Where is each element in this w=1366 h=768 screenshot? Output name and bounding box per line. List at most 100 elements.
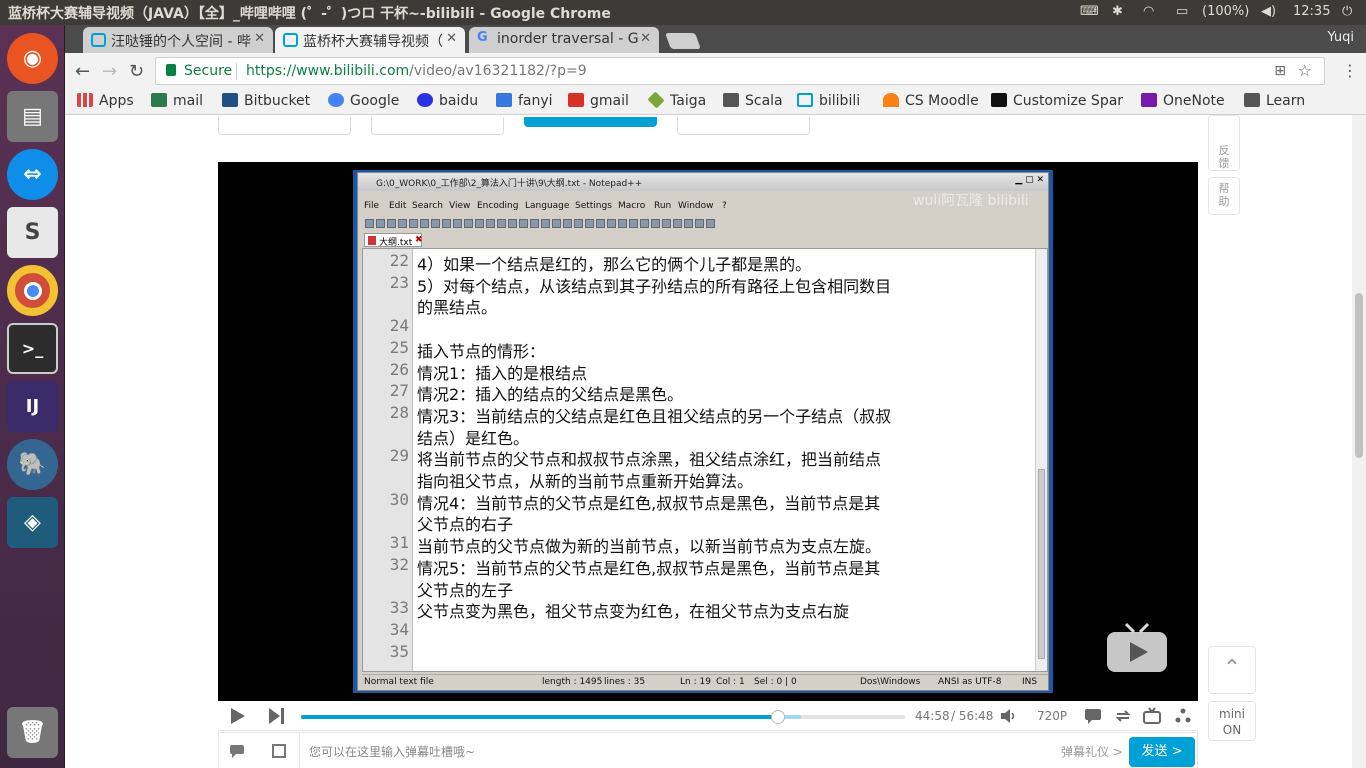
play-icon[interactable] [228, 707, 246, 725]
battery-icon[interactable]: ▭ [1176, 4, 1188, 19]
bookmark-folder-learn[interactable]: Learn [1244, 93, 1305, 109]
bookmark-label: OneNote [1163, 93, 1225, 109]
bookmark-bilibili[interactable]: bilibili [797, 93, 860, 109]
bilibili-icon [797, 93, 813, 107]
mysql-workbench-icon[interactable]: ◈ [7, 497, 58, 548]
progress-knob[interactable] [771, 710, 786, 724]
bookmark-bitbucket[interactable]: Bitbucket [222, 93, 310, 109]
bookmark-onenote[interactable]: OneNote [1141, 93, 1225, 109]
separator [236, 63, 237, 80]
tab-label: 蓝桥杯大赛辅导视频（ [303, 34, 443, 50]
feedback-button[interactable]: 反馈 [1208, 115, 1240, 171]
tab-label: inorder traversal - G [497, 31, 639, 47]
chrome-icon[interactable] [7, 265, 58, 316]
power-icon[interactable]: ⏻ [1342, 4, 1352, 19]
line-number: 28 [389, 403, 409, 422]
bookmark-gmail[interactable]: gmail [568, 93, 629, 109]
bookmark-taiga[interactable]: Taiga [647, 91, 706, 109]
teamviewer-icon[interactable]: ⇔ [7, 149, 58, 200]
bookmark-mail[interactable]: mail [151, 93, 203, 109]
translate-icon[interactable]: ⊞ [1274, 63, 1286, 79]
intellij-icon[interactable]: IJ [7, 381, 58, 432]
bookmark-google[interactable]: Google [328, 93, 399, 109]
back-arrow-icon[interactable]: ← [75, 61, 90, 82]
tv-mode-icon[interactable] [1143, 707, 1161, 725]
terminal-icon[interactable]: >_ [7, 323, 58, 374]
files-icon[interactable]: ▤ [7, 91, 58, 142]
tab-inorder-traversal[interactable]: G inorder traversal - G ✕ [469, 27, 659, 53]
wifi-icon[interactable]: ◠ [1143, 4, 1154, 19]
back-to-top-icon[interactable]: ⌃ [1208, 646, 1256, 694]
send-danmaku-button[interactable]: 发送 > [1129, 737, 1195, 767]
close-tab-icon[interactable]: ✕ [640, 31, 651, 46]
settings-gear-icon[interactable]: ✱ [1112, 4, 1123, 19]
battery-percent: (100%) [1202, 4, 1250, 19]
help-button[interactable]: 帮助 [1208, 177, 1240, 215]
bilibili-tab-icon [283, 33, 298, 47]
keyboard-icon[interactable]: ⌨ [1080, 4, 1099, 19]
mini-player-toggle[interactable]: mini ON [1208, 701, 1256, 741]
video-frame: G:\0_WORK\0_工作部\2_算法入门十讲\9\大纲.txt - Note… [353, 170, 1053, 693]
volume-icon[interactable]: ◀) [1261, 4, 1276, 19]
page-button[interactable] [218, 117, 351, 135]
page-button[interactable] [677, 117, 810, 135]
system-top-bar: 蓝桥杯大赛辅导视频（JAVA）【全】_哔哩哔哩 (゜-゜)つロ 干杯~-bili… [0, 0, 1366, 25]
danmaku-input[interactable]: 您可以在这里输入弹幕吐槽哦~ [309, 743, 475, 760]
menu-item: Edit [389, 201, 407, 211]
launcher: ◉ ▤ ⇔ S >_ IJ 🐘 ◈ 🗑 [0, 25, 65, 768]
bilibili-tv-play-icon[interactable] [1106, 622, 1168, 676]
bookmark-label: Customize Spar [1013, 93, 1124, 109]
close-tab-icon[interactable]: ✕ [446, 31, 457, 46]
page-scroll-thumb[interactable] [1355, 293, 1363, 458]
danmaku-toggle-icon[interactable] [1084, 707, 1102, 725]
folder-icon [723, 93, 739, 107]
danmaku-etiquette-link[interactable]: 弹幕礼仪 > [1061, 743, 1123, 760]
bookmark-baidu[interactable]: baidu [417, 93, 478, 109]
fanyi-icon [496, 93, 512, 107]
player-controls: 44:58 / 56:48 720P [218, 701, 1198, 731]
bookmark-cs-moodle[interactable]: CS Moodle [883, 93, 979, 109]
progress-bar[interactable] [301, 710, 905, 724]
reload-icon[interactable]: ↻ [129, 61, 144, 82]
video-player[interactable]: G:\0_WORK\0_工作部\2_算法入门十讲\9\大纲.txt - Note… [218, 162, 1198, 701]
ubuntu-dash-icon[interactable]: ◉ [7, 33, 58, 84]
bookmark-star-icon[interactable]: ☆ [1298, 61, 1312, 80]
danmaku-style-icon[interactable] [229, 743, 245, 759]
bookmark-apps[interactable]: Apps [77, 93, 134, 109]
bookmark-label: Bitbucket [244, 93, 311, 109]
bookmark-customize-spar[interactable]: Customize Spar [991, 93, 1123, 109]
bookmark-folder-scala[interactable]: Scala [723, 93, 783, 109]
postgresql-icon[interactable]: 🐘 [7, 439, 58, 490]
danmaku-list-icon[interactable] [271, 743, 287, 759]
menu-item: Window [678, 201, 714, 211]
quality-selector[interactable]: 720P [1037, 709, 1067, 723]
page-scrollbar[interactable] [1352, 115, 1366, 768]
clock[interactable]: 12:35 [1293, 4, 1330, 19]
tab-lanqiao-video[interactable]: 蓝桥杯大赛辅导视频（ ✕ [275, 27, 465, 53]
medium-icon [991, 93, 1007, 107]
trash-icon[interactable]: 🗑 [7, 707, 58, 758]
slack-icon[interactable]: S [7, 207, 58, 258]
google-tab-icon: G [477, 30, 488, 45]
line-number: 24 [389, 316, 409, 335]
loop-icon[interactable] [1114, 707, 1132, 725]
forward-arrow-icon[interactable]: → [102, 61, 117, 82]
line-number: 33 [389, 598, 409, 617]
close-tab-icon[interactable]: ✕ [254, 31, 265, 46]
tab-personal-space[interactable]: 汪哒锤的个人空间 - 哔 ✕ [83, 27, 273, 53]
new-tab-button[interactable] [665, 33, 701, 49]
chrome-menu-icon[interactable]: ⋮ [1342, 61, 1358, 80]
url-path: /video/av16321182/?p=9 [409, 63, 587, 79]
next-episode-icon[interactable] [267, 707, 285, 725]
page-button-active[interactable] [524, 117, 657, 127]
page-button[interactable] [371, 117, 504, 135]
profile-name[interactable]: Yuqi [1327, 30, 1354, 45]
onenote-icon [1141, 93, 1157, 107]
volume-icon[interactable] [999, 707, 1017, 725]
address-bar[interactable]: Secure https://www.bilibili.com/video/av… [155, 57, 1325, 85]
tab-label: 汪哒锤的个人空间 - 哔 [111, 34, 251, 50]
bookmark-label: gmail [590, 93, 629, 109]
line-number: 22 [389, 251, 409, 270]
bookmark-fanyi[interactable]: fanyi [496, 93, 553, 109]
fullscreen-icon[interactable] [1174, 707, 1192, 725]
